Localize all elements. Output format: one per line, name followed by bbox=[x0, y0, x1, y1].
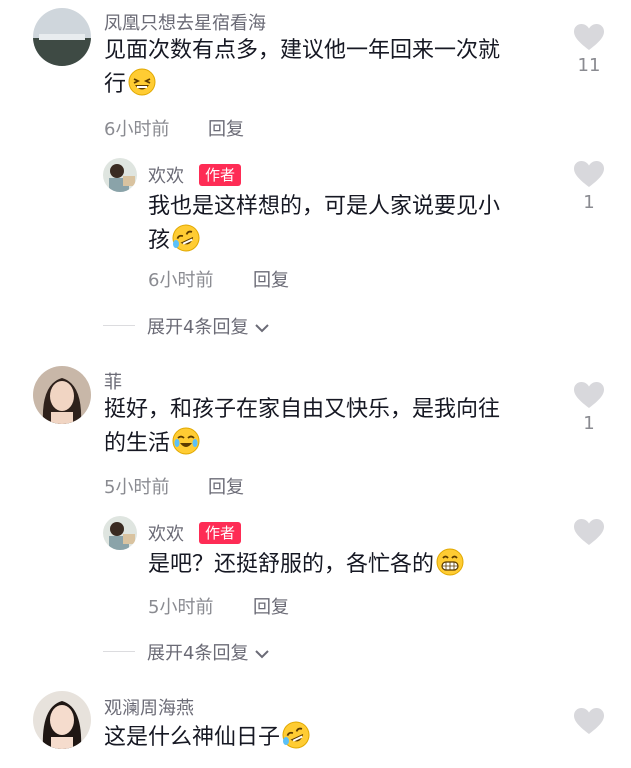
chevron-down-icon bbox=[255, 324, 269, 333]
divider bbox=[103, 651, 135, 652]
comment-text: 见面次数有点多，建议他一年回来一次就 行 bbox=[104, 34, 544, 102]
chevron-down-icon bbox=[255, 650, 269, 659]
reply-text: 是吧？还挺舒服的，各忙各的 bbox=[148, 548, 568, 582]
comment-username[interactable]: 菲 bbox=[104, 368, 122, 394]
comment-username[interactable]: 凤凰只想去星宿看海 bbox=[104, 9, 266, 35]
avatar[interactable] bbox=[103, 516, 137, 550]
reply-button[interactable]: 回复 bbox=[253, 593, 289, 619]
expand-replies-button[interactable]: 展开4条回复 bbox=[147, 313, 270, 339]
reply-time: 6小时前 bbox=[148, 270, 214, 291]
divider bbox=[103, 325, 135, 326]
tears-of-joy-emoji-icon bbox=[172, 427, 200, 455]
expand-replies-button[interactable]: 展开4条回复 bbox=[147, 639, 270, 665]
comment-text-line: 见面次数有点多，建议他一年回来一次就 bbox=[104, 38, 501, 63]
comment-time: 5小时前 bbox=[104, 477, 170, 498]
like-button[interactable]: 1 bbox=[574, 382, 604, 434]
comment-text-line: 挺好，和孩子在家自由又快乐，是我向往 bbox=[104, 397, 501, 422]
avatar[interactable] bbox=[33, 8, 91, 66]
comment-username[interactable]: 观澜周海燕 bbox=[104, 694, 194, 720]
avatar[interactable] bbox=[33, 691, 91, 749]
comment-text-line: 的生活 bbox=[104, 431, 171, 456]
expand-replies-label: 展开4条回复 bbox=[147, 317, 249, 338]
reply-text-line: 我也是这样想的，可是人家说要见小 bbox=[148, 194, 501, 219]
like-button[interactable]: 1 bbox=[574, 161, 604, 213]
reply-button[interactable]: 回复 bbox=[208, 473, 244, 499]
like-count: 1 bbox=[583, 192, 595, 213]
heart-icon bbox=[574, 24, 604, 50]
comment-text-line: 这是什么神仙日子 bbox=[104, 725, 281, 750]
like-button[interactable]: 11 bbox=[574, 24, 604, 76]
reply-text-line: 是吧？还挺舒服的，各忙各的 bbox=[148, 552, 435, 577]
reply-text: 我也是这样想的，可是人家说要见小 孩 bbox=[148, 190, 548, 258]
reply-username[interactable]: 欢欢 bbox=[148, 520, 184, 546]
avatar[interactable] bbox=[103, 158, 137, 192]
heart-icon bbox=[574, 708, 604, 734]
like-button[interactable] bbox=[574, 708, 604, 739]
reply-username[interactable]: 欢欢 bbox=[148, 162, 184, 188]
heart-icon bbox=[574, 382, 604, 408]
expand-replies-label: 展开4条回复 bbox=[147, 643, 249, 664]
grin-emoji-icon bbox=[436, 548, 464, 576]
avatar[interactable] bbox=[33, 366, 91, 424]
reply-button[interactable]: 回复 bbox=[208, 115, 244, 141]
like-count: 11 bbox=[577, 55, 601, 76]
author-badge: 作者 bbox=[199, 522, 242, 544]
comment-text: 挺好，和孩子在家自由又快乐，是我向往 的生活 bbox=[104, 393, 544, 461]
reply-button[interactable]: 回复 bbox=[253, 266, 289, 292]
heart-icon bbox=[574, 519, 604, 545]
comment-text-line: 行 bbox=[104, 72, 127, 97]
like-button[interactable] bbox=[574, 519, 604, 550]
reply-text-line: 孩 bbox=[148, 228, 171, 253]
rofl-emoji-icon bbox=[172, 224, 200, 252]
reply-time: 5小时前 bbox=[148, 597, 214, 618]
comment-time: 6小时前 bbox=[104, 119, 170, 140]
author-badge: 作者 bbox=[199, 164, 242, 186]
rofl-emoji-icon bbox=[282, 721, 310, 749]
comment-text: 这是什么神仙日子 bbox=[104, 721, 544, 755]
like-count: 1 bbox=[583, 413, 595, 434]
laughing-emoji-icon bbox=[128, 68, 156, 96]
heart-icon bbox=[574, 161, 604, 187]
